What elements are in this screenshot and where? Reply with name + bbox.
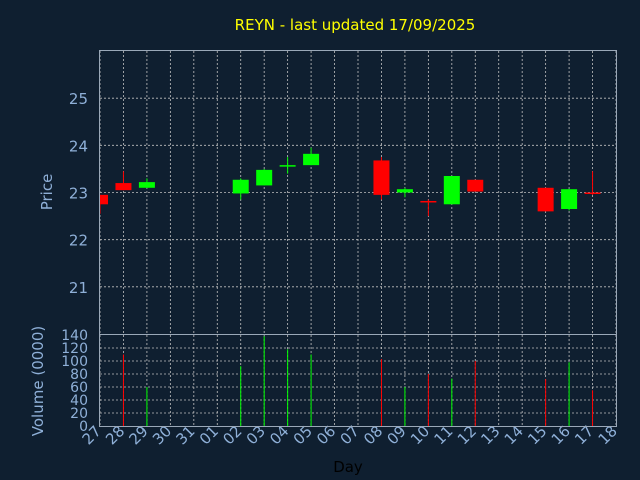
candle-body xyxy=(584,192,601,194)
candle xyxy=(561,189,578,211)
volume-tick-label: 140 xyxy=(61,328,88,344)
candles-layer xyxy=(99,147,601,217)
x-axis-label: Day xyxy=(333,458,363,476)
stock-chart: REYN - last updated 17/09/2025 Price Vol… xyxy=(29,16,621,476)
volume-axis-label: Volume (0000) xyxy=(29,326,47,436)
candle xyxy=(138,178,155,188)
candle xyxy=(99,194,108,214)
candle-body xyxy=(100,194,108,205)
volume-tick-labels: 020406080100120140 xyxy=(61,328,88,435)
candle-body xyxy=(443,175,460,205)
candle-body xyxy=(138,182,155,188)
price-tick-label: 21 xyxy=(69,279,88,297)
price-tick-label: 23 xyxy=(69,185,88,203)
candle-body xyxy=(115,183,132,191)
candle xyxy=(115,171,132,191)
chart-title: REYN - last updated 17/09/2025 xyxy=(235,16,476,34)
candle xyxy=(232,178,249,200)
candle xyxy=(373,157,390,200)
candle-body xyxy=(303,153,320,166)
candle xyxy=(467,179,484,192)
candle-body xyxy=(279,165,296,167)
candle xyxy=(396,187,413,198)
candle-body xyxy=(537,187,554,212)
candle xyxy=(420,199,437,217)
candle xyxy=(537,187,554,212)
candle xyxy=(303,147,320,166)
candle xyxy=(443,175,460,205)
candle-body xyxy=(467,179,484,192)
price-tick-label: 25 xyxy=(69,90,88,108)
candle-body xyxy=(396,189,413,193)
candle-body xyxy=(373,160,390,195)
candle-body xyxy=(561,189,578,210)
candle xyxy=(256,168,273,186)
price-tick-labels: 21 22 23 24 25 xyxy=(69,90,88,297)
candle-body xyxy=(256,169,273,186)
candle-body xyxy=(232,179,249,194)
price-tick-label: 22 xyxy=(69,232,88,250)
price-tick-label: 24 xyxy=(69,137,88,155)
candle xyxy=(279,157,296,174)
candle-body xyxy=(420,200,437,203)
volume-grid xyxy=(99,335,617,426)
price-axis-label: Price xyxy=(38,174,56,211)
candle xyxy=(584,171,601,195)
